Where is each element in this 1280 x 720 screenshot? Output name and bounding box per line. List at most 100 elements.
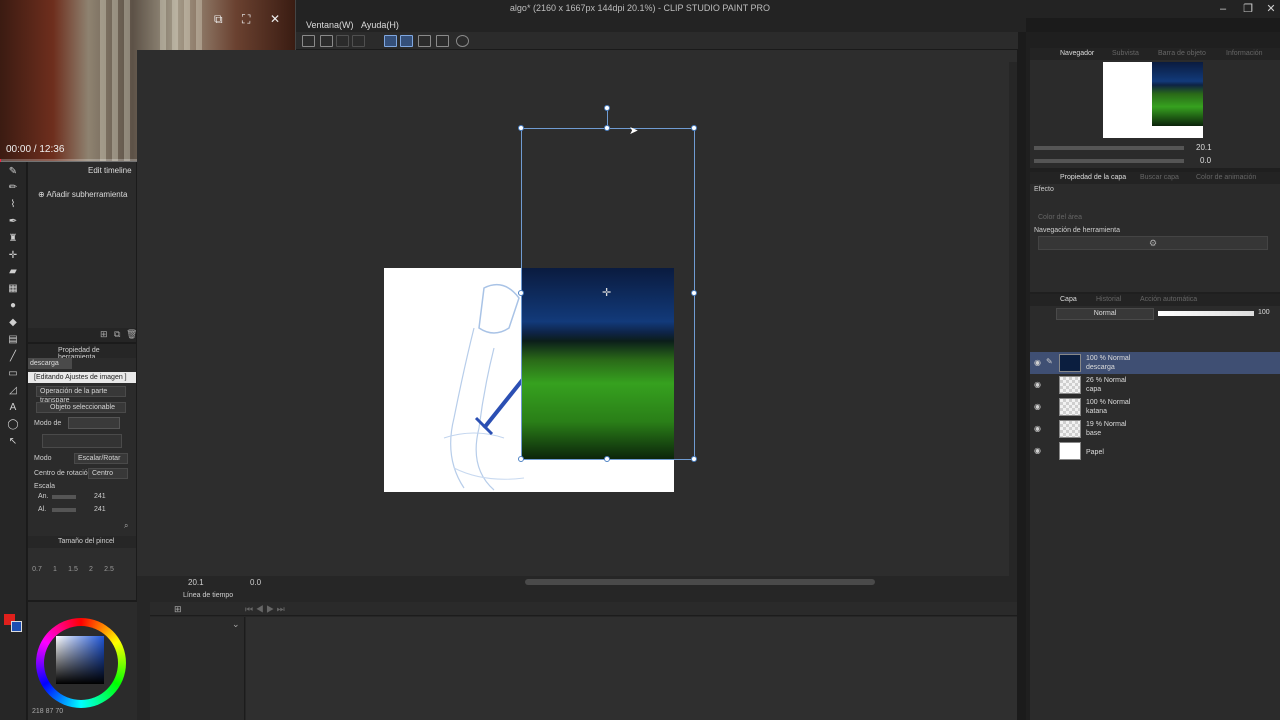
zoom-value[interactable]: 20.1	[188, 578, 204, 587]
width-slider[interactable]	[52, 495, 76, 499]
decoration-tool-icon[interactable]: ♜	[6, 233, 20, 245]
copy-subtool-icon[interactable]: ⧉	[114, 329, 120, 340]
transform-center-icon[interactable]: ✛	[602, 286, 611, 299]
tab-layer-property[interactable]: Propiedad de la capa	[1060, 174, 1126, 181]
eraser-tool-icon[interactable]: ▰	[6, 266, 20, 278]
pen-tool-icon[interactable]: ✎	[6, 166, 20, 178]
ruler-tool-icon[interactable]: ◿	[6, 385, 20, 397]
transform-handle[interactable]	[691, 290, 697, 296]
tab-info[interactable]: Información	[1226, 50, 1263, 57]
timeline-track-list[interactable]: ⌄	[150, 617, 245, 720]
blend-mode-select[interactable]: Normal	[1056, 308, 1154, 320]
snap-special-ruler-icon[interactable]	[400, 35, 413, 47]
eye-icon[interactable]: ◉	[1034, 380, 1043, 389]
menu-ayuda[interactable]: Ayuda(H)	[361, 18, 399, 32]
new-timeline-icon[interactable]: ⊞	[174, 604, 182, 615]
correct-line-tool-icon[interactable]: ↖	[6, 436, 20, 448]
clear-icon[interactable]	[352, 35, 365, 47]
layer-row[interactable]: ◉ Papel	[1030, 440, 1280, 462]
transform-handle[interactable]	[604, 125, 610, 131]
tab-subview[interactable]: Subvista	[1112, 50, 1139, 57]
airbrush-tool-icon[interactable]: ✒	[6, 216, 20, 228]
ruler-icon[interactable]	[336, 35, 349, 47]
balloon-tool-icon[interactable]: ◯	[6, 419, 20, 431]
fullscreen-icon[interactable]: ⛶	[242, 12, 250, 27]
maximize-icon[interactable]: ❐	[1241, 2, 1255, 16]
width-value[interactable]: 241	[94, 493, 106, 500]
fill-tool-icon[interactable]: ◆	[6, 317, 20, 329]
pencil-tool-icon[interactable]: ✏	[6, 182, 20, 194]
eye-icon[interactable]: ◉	[1034, 358, 1043, 367]
eye-icon[interactable]: ◉	[1034, 446, 1043, 455]
eye-icon[interactable]: ◉	[1034, 402, 1043, 411]
mode-icons[interactable]	[68, 417, 120, 429]
transform-handle[interactable]	[518, 125, 524, 131]
add-subtool-button[interactable]: ⊕ Añadir subherramienta	[38, 190, 127, 199]
miniplayer-icon[interactable]: ⧉	[214, 12, 223, 27]
rotation-slider[interactable]	[1034, 159, 1184, 163]
blend-tool-icon[interactable]: ●	[6, 300, 20, 312]
zoom-property-icon[interactable]: ⌕	[124, 521, 128, 531]
navigator-zoom[interactable]: 20.1	[1196, 143, 1212, 152]
transform-handle[interactable]	[604, 456, 610, 462]
delete-subtool-icon[interactable]: 🗑	[126, 329, 137, 340]
menu-ventana[interactable]: Ventana(W)	[306, 18, 354, 32]
play-controls[interactable]: ⏮ ◀ ▶ ⏭	[245, 604, 285, 615]
video-close-icon[interactable]: ✕	[270, 12, 280, 26]
transform-buttons[interactable]	[42, 434, 122, 448]
layer-row[interactable]: ◉ ✎ 100 % Normal descarga	[1030, 352, 1280, 374]
tab-navigator[interactable]: Navegador	[1060, 50, 1094, 57]
text-tool-icon[interactable]: A	[6, 402, 20, 414]
minimize-icon[interactable]: –	[1216, 2, 1230, 16]
tool-nav-button[interactable]: ⚙	[1038, 236, 1268, 250]
tab-history[interactable]: Historial	[1096, 296, 1121, 303]
grid-tool-icon[interactable]: ▦	[6, 283, 20, 295]
edit-timeline-label[interactable]: Edit timeline	[88, 166, 132, 175]
brush-size-preset[interactable]: 0.7	[28, 566, 46, 573]
eye-icon[interactable]: ◉	[1034, 424, 1043, 433]
snap-grid-icon[interactable]	[418, 35, 431, 47]
zoom-slider[interactable]	[1034, 146, 1184, 150]
saturation-value-square[interactable]	[56, 636, 104, 684]
snap-ruler-icon[interactable]	[384, 35, 397, 47]
layer-row[interactable]: ◉ 100 % Normal katana	[1030, 396, 1280, 418]
new-subtool-icon[interactable]: ⊞	[100, 329, 108, 340]
transform-handle[interactable]	[518, 290, 524, 296]
navigator-rotation[interactable]: 0.0	[1200, 156, 1211, 165]
layer-row[interactable]: ◉ 26 % Normal capa	[1030, 374, 1280, 396]
timeline-frames[interactable]	[246, 617, 1017, 720]
tab-layer[interactable]: Capa	[1060, 296, 1077, 303]
transparent-op-select[interactable]: Operación de la parte transpare	[36, 386, 126, 404]
opacity-value[interactable]: 100	[1258, 309, 1270, 316]
transform-handle[interactable]	[691, 456, 697, 462]
mode-select[interactable]: Escalar/Rotar	[74, 453, 128, 464]
brush-tool-icon[interactable]: ⌇	[6, 199, 20, 211]
animation-icon[interactable]	[456, 35, 469, 47]
tab-animation-color[interactable]: Color de animación	[1196, 174, 1256, 181]
brush-size-preset[interactable]: 1	[46, 566, 64, 573]
line-tool-icon[interactable]: ╱	[6, 351, 20, 363]
height-value[interactable]: 241	[94, 506, 106, 513]
tab-auto-action[interactable]: Acción automática	[1140, 296, 1197, 303]
crop-icon[interactable]	[320, 35, 333, 47]
transform-handle[interactable]	[518, 456, 524, 462]
brush-size-preset[interactable]: 1.5	[64, 566, 82, 573]
tab-search-layer[interactable]: Buscar capa	[1140, 174, 1179, 181]
horizontal-scroll-thumb[interactable]	[525, 579, 875, 585]
selectable-object-select[interactable]: Objeto seleccionable	[36, 402, 126, 413]
height-slider[interactable]	[52, 508, 76, 512]
opacity-slider[interactable]	[1158, 311, 1254, 316]
file-object-icon[interactable]	[436, 35, 449, 47]
rotation-center-select[interactable]: Centro	[88, 468, 128, 479]
chevron-down-icon[interactable]: ⌄	[232, 619, 240, 630]
brush-size-preset[interactable]: 2	[82, 566, 100, 573]
move-tool-icon[interactable]: ✛	[6, 250, 20, 262]
layer-row[interactable]: ◉ 19 % Normal base	[1030, 418, 1280, 440]
vertical-scrollbar[interactable]	[1009, 62, 1017, 578]
brush-size-preset[interactable]: 2.5	[100, 566, 118, 573]
tab-object-bar[interactable]: Barra de objeto	[1158, 50, 1206, 57]
frame-tool-icon[interactable]: ▭	[6, 368, 20, 380]
rotation-value[interactable]: 0.0	[250, 578, 261, 587]
rotation-handle[interactable]	[604, 105, 610, 111]
transform-handle[interactable]	[691, 125, 697, 131]
